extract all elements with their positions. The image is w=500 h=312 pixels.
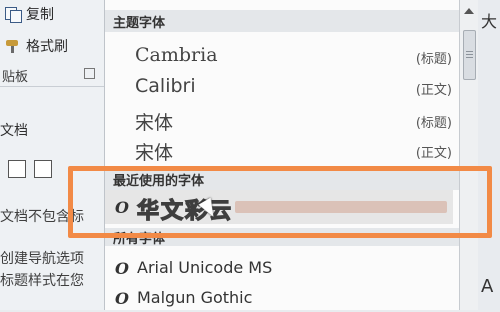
font-item-songti-body[interactable]: 宋体 (正文): [105, 135, 460, 165]
ribbon-right-edge: [478, 0, 500, 310]
font-name: Calibri: [135, 75, 196, 97]
left-panel: 复制 格式刷 贴板 文档 文档不包含标 创建导航选项 标题样式在您: [0, 0, 106, 310]
scroll-up-arrow-icon[interactable]: [464, 8, 474, 14]
font-role-tag: (正文): [415, 146, 452, 161]
theme-fonts-header: 主题字体: [105, 10, 460, 32]
opentype-font-icon: O: [115, 289, 129, 308]
font-item-cambria[interactable]: Cambria (标题): [105, 41, 460, 71]
copy-label: 复制: [26, 7, 54, 23]
nav-pane-message-3: 标题样式在您: [0, 273, 84, 289]
clipboard-group-label: 贴板: [2, 70, 29, 85]
nav-pane-title: 文档: [0, 123, 28, 139]
thumb-grip-line: [466, 54, 473, 55]
browse-pages-icon[interactable]: [34, 160, 52, 178]
ribbon-divider: [0, 86, 106, 87]
nav-pane-tools: [8, 160, 52, 178]
font-item-malgun-gothic[interactable]: O Malgun Gothic: [105, 284, 460, 312]
format-painter-label: 格式刷: [26, 39, 68, 55]
font-name: Cambria: [135, 44, 218, 66]
font-name: Arial Unicode MS: [137, 258, 273, 277]
format-painter-button[interactable]: 格式刷: [4, 36, 68, 56]
font-role-tag: (标题): [415, 116, 452, 131]
browse-headings-icon[interactable]: [8, 160, 26, 178]
ribbon-right-label: 大: [481, 12, 498, 31]
font-name: 宋体: [135, 142, 174, 164]
clipboard-dialog-launcher[interactable]: [84, 68, 95, 79]
thumb-grip-line: [466, 57, 473, 58]
opentype-font-icon: O: [115, 259, 129, 278]
font-name: 宋体: [135, 112, 174, 134]
copy-icon: [4, 6, 22, 23]
nav-pane-message-2: 创建导航选项: [0, 251, 84, 267]
font-role-tag: (正文): [415, 83, 452, 98]
font-item-arial-unicode-ms[interactable]: O Arial Unicode MS: [105, 254, 460, 282]
ribbon-right-bottom-label: A: [481, 276, 494, 297]
scrollbar-thumb[interactable]: [463, 30, 476, 80]
font-item-songti-heading[interactable]: 宋体 (标题): [105, 105, 460, 135]
thumb-grip-line: [466, 51, 473, 52]
format-painter-icon: [4, 38, 22, 54]
copy-button[interactable]: 复制: [4, 4, 54, 24]
font-role-tag: (标题): [415, 52, 452, 67]
dropdown-scrollbar[interactable]: [459, 0, 478, 310]
highlight-box: [68, 166, 492, 238]
font-name: Malgun Gothic: [137, 288, 253, 307]
font-dropdown: 主题字体 Cambria (标题) Calibri (正文) 宋体 (标题) 宋…: [104, 0, 460, 310]
font-item-calibri[interactable]: Calibri (正文): [105, 72, 460, 102]
